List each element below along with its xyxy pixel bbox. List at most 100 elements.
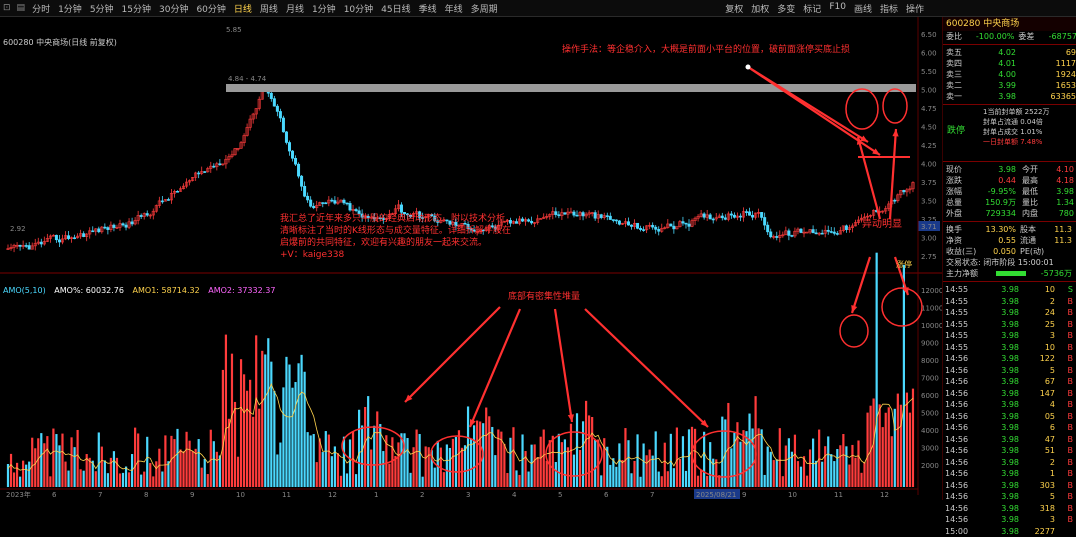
kline-chart-area[interactable]: 4.84 - 4.745.852.926.506.005.505.004.754… [0, 17, 942, 500]
period-tab[interactable]: 年线 [441, 2, 467, 15]
ask-row[interactable]: 卖五4.0269 [943, 47, 1076, 58]
stock-name[interactable]: 600280 中央商场 [943, 17, 1076, 31]
tick-volume: 67 [1019, 376, 1055, 388]
ask-row[interactable]: 卖一3.9863365 [943, 91, 1076, 102]
volume-bar [19, 477, 21, 487]
period-tab[interactable]: 45日线 [377, 2, 414, 15]
order-diff-value: -68757 [1044, 31, 1076, 42]
volume-bar [697, 476, 699, 487]
volume-bar [694, 429, 696, 487]
candle-body [845, 226, 847, 230]
signal-circle [882, 288, 922, 326]
volume-bar [282, 387, 284, 487]
chart-tool-button[interactable]: 操作 [902, 2, 928, 15]
date-axis-label: 6 [604, 491, 609, 499]
ask-price: 3.98 [976, 91, 1016, 102]
date-axis-label: 1 [374, 491, 378, 499]
candle-body [636, 223, 638, 228]
period-tab[interactable]: 60分钟 [192, 2, 229, 15]
period-tab[interactable]: 1分钟 [54, 2, 86, 15]
volume-bar [107, 473, 109, 487]
volume-bar [779, 428, 781, 487]
period-tab[interactable]: 1分钟 [308, 2, 340, 15]
tick-price: 3.98 [985, 376, 1019, 388]
ask-row[interactable]: 卖四4.011117 [943, 58, 1076, 69]
tick-volume: 10 [1019, 342, 1055, 354]
volume-bar [676, 428, 678, 487]
period-tab[interactable]: 30分钟 [155, 2, 192, 15]
chart-tool-button[interactable]: 复权 [721, 2, 747, 15]
tick-volume: 303 [1019, 480, 1055, 492]
volume-bar [494, 455, 496, 487]
trade-status: 交易状态: 闭市阶段 15:00:01 [943, 257, 1076, 268]
volume-bar [22, 461, 24, 487]
ask-row[interactable]: 卖二3.991653 [943, 80, 1076, 91]
volume-bar [464, 445, 466, 487]
volume-bar [367, 396, 369, 487]
period-tab[interactable]: 周线 [256, 2, 282, 15]
quote-value: 3.98 [976, 164, 1016, 175]
volume-bar [458, 430, 460, 487]
volume-bar [376, 411, 378, 487]
period-tab[interactable]: 日线 [230, 2, 256, 15]
volume-bar [128, 472, 130, 487]
tick-side: S [1055, 284, 1073, 296]
layout-icon[interactable]: ▤ [14, 3, 29, 13]
volume-bar [264, 354, 266, 487]
volume-bar [558, 434, 560, 487]
volume-bar [285, 357, 287, 487]
candle-body [291, 151, 293, 158]
candle-body [349, 203, 351, 210]
volume-bar [231, 354, 233, 487]
candle-body [555, 212, 557, 215]
price-axis-label: 4.75 [921, 105, 937, 113]
candle-body [788, 231, 790, 236]
candle-body [55, 235, 57, 240]
period-tab[interactable]: 分时 [28, 2, 54, 15]
period-tab[interactable]: 5分钟 [86, 2, 118, 15]
volume-bar [761, 429, 763, 487]
tick-volume: 6 [1019, 422, 1055, 434]
chart-tool-button[interactable]: 多变 [773, 2, 799, 15]
tick-price: 3.98 [985, 445, 1019, 457]
period-tab[interactable]: 15分钟 [118, 2, 155, 15]
volume-bar [434, 468, 436, 487]
volume-bar [185, 432, 187, 487]
quote-row: 涨跌0.44最高4.18 [943, 175, 1076, 186]
candle-body [833, 232, 835, 233]
ask-row[interactable]: 卖三4.001924 [943, 69, 1076, 80]
bottom-volume-annotation: 底部有密集性堆量 [508, 291, 580, 303]
ask-price: 4.01 [976, 58, 1016, 69]
volume-bar [428, 447, 430, 487]
candle-body [745, 212, 747, 213]
fullscreen-icon[interactable]: ⊡ [0, 3, 14, 13]
ask-price: 3.99 [976, 80, 1016, 91]
volume-bar [555, 462, 557, 487]
tick-row: 14:563.986B [943, 422, 1076, 434]
tick-volume: 10 [1019, 284, 1055, 296]
main-net-label: 主力净额 [943, 268, 996, 279]
period-tab[interactable]: 季线 [415, 2, 441, 15]
annotation-arrow [890, 129, 896, 219]
volume-bar [204, 459, 206, 487]
volume-bar [73, 447, 75, 487]
volume-bar [425, 446, 427, 487]
chart-tool-button[interactable]: 标记 [799, 2, 825, 15]
seal-amount: 1当前封单额 2522万 [983, 107, 1076, 117]
tick-volume: 24 [1019, 307, 1055, 319]
chart-tool-button[interactable]: F10 [825, 2, 850, 15]
volume-bar [857, 440, 859, 487]
period-tab[interactable]: 多周期 [467, 2, 502, 15]
quote-row: 现价3.98今开4.10 [943, 164, 1076, 175]
period-tab[interactable]: 月线 [282, 2, 308, 15]
chart-tool-button[interactable]: 指标 [876, 2, 902, 15]
period-tab[interactable]: 10分钟 [340, 2, 377, 15]
tick-volume: 2277 [1019, 526, 1055, 537]
tick-list[interactable]: 14:553.9810S14:553.982B14:553.9824B14:55… [943, 284, 1076, 537]
chart-tool-button[interactable]: 画线 [850, 2, 876, 15]
summary-line-2: 清晰标注了当时的K线形态与成交量特征。详细拆解牛股在 [280, 225, 540, 237]
volume-bar [201, 468, 203, 487]
candle-body [312, 206, 314, 208]
stat-value: 0.050 [976, 246, 1016, 257]
chart-tool-button[interactable]: 加权 [747, 2, 773, 15]
